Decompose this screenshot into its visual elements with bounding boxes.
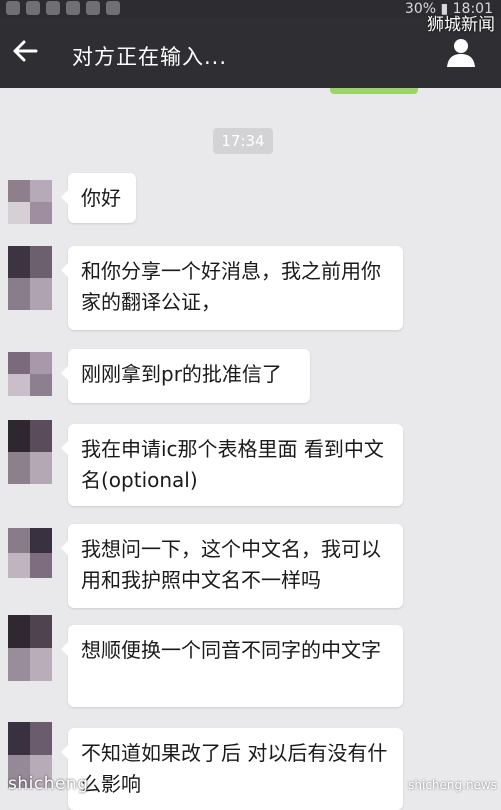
arrow-left-icon xyxy=(13,40,38,62)
watermark-bottom-left: shicheng xyxy=(8,774,89,794)
contact-avatar[interactable] xyxy=(8,528,52,578)
back-button[interactable] xyxy=(6,30,48,72)
chat-title: 对方正在输入... xyxy=(72,45,228,69)
app-notification-icon xyxy=(6,1,20,15)
contact-avatar[interactable] xyxy=(8,420,52,484)
person-icon xyxy=(447,39,475,67)
contact-avatar[interactable] xyxy=(8,615,52,681)
watermark-top: 狮城新闻 xyxy=(427,15,495,35)
message-bubble[interactable]: 想顺便换一个同音不同字的中文字 xyxy=(61,625,403,707)
contact-avatar[interactable] xyxy=(8,180,52,224)
chat-header: 对方正在输入... xyxy=(0,18,501,88)
notification-icons xyxy=(6,1,120,15)
watermark-bottom-right: shicheng.news xyxy=(408,778,497,792)
message-bubble[interactable]: 我想问一下，这个中文名，我可以用和我护照中文名不一样吗 xyxy=(61,524,403,608)
chat-timestamp: 17:34 xyxy=(213,128,273,154)
contact-avatar[interactable] xyxy=(8,246,52,310)
contact-avatar[interactable] xyxy=(8,352,52,396)
message-bubble[interactable]: 和你分享一个好消息，我之前用你家的翻译公证， xyxy=(61,246,403,330)
app-notification-icon xyxy=(26,1,40,15)
message-bubble[interactable]: 不知道如果改了后 对以后有没有什么影响 xyxy=(61,728,403,810)
message-bubble[interactable]: 你好 xyxy=(61,173,136,223)
facebook-notification-icon xyxy=(106,1,120,15)
message-bubble[interactable]: 刚刚拿到pr的批准信了 xyxy=(61,349,310,403)
wechat-notification-icon xyxy=(66,1,80,15)
chat-profile-button[interactable] xyxy=(443,34,479,70)
message-bubble[interactable]: 我在申请ic那个表格里面 看到中文名(optional) xyxy=(61,424,403,506)
status-bar: 30% ▮ 18:01 xyxy=(0,0,501,18)
app-notification-icon xyxy=(46,1,60,15)
wechat-notification-icon xyxy=(86,1,100,15)
previous-sent-message[interactable] xyxy=(330,88,418,94)
